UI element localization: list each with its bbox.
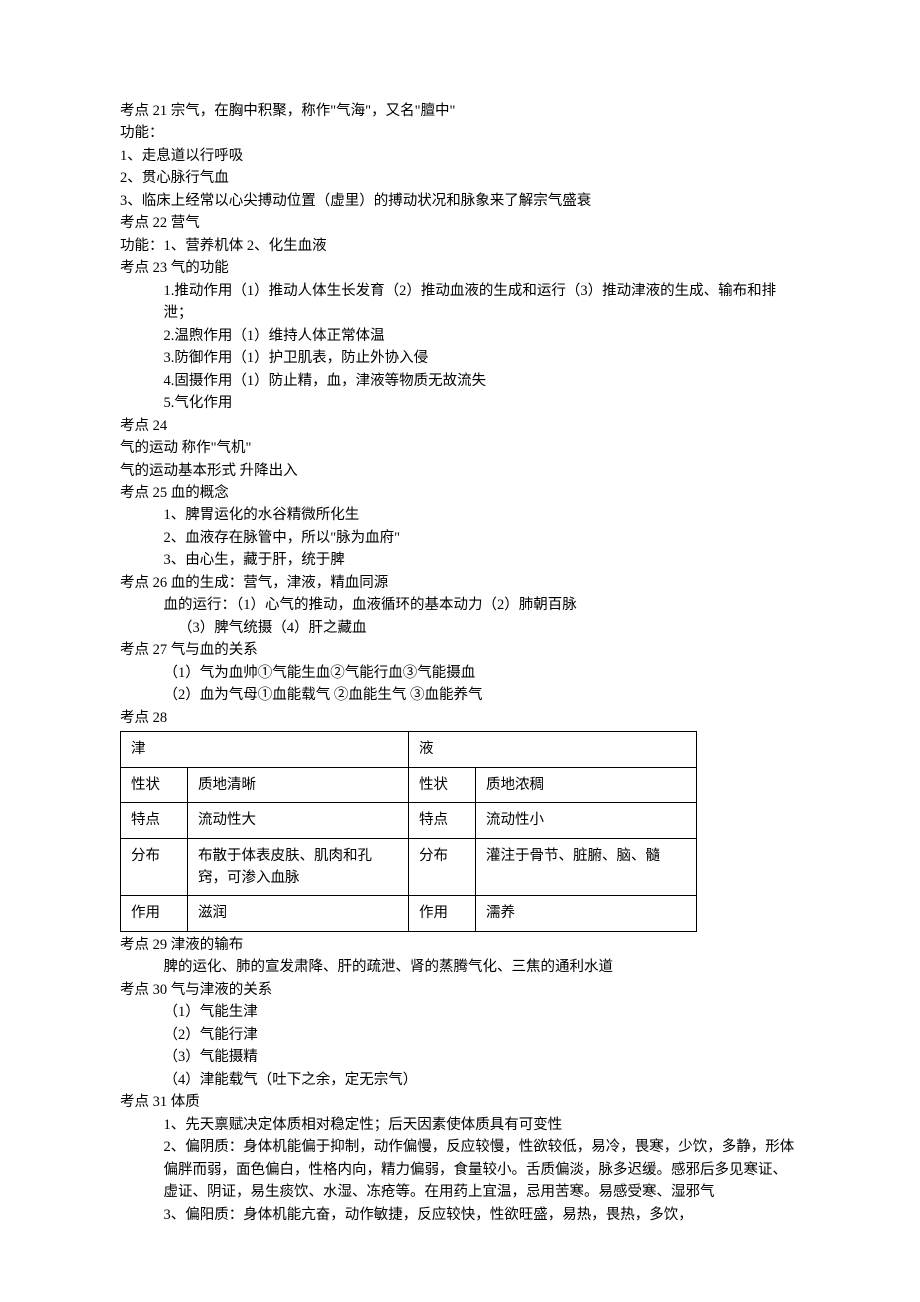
- text: 3、偏阳质：身体机能亢奋，动作敏捷，反应较快，性欲旺盛，易热，畏热，多饮，: [120, 1204, 800, 1226]
- cell: 流动性大: [188, 803, 409, 838]
- text: 3、临床上经常以心尖搏动位置（虚里）的搏动状况和脉象来了解宗气盛衰: [120, 190, 800, 212]
- cell: 濡养: [476, 896, 697, 931]
- text: 2、贯心脉行气血: [120, 167, 800, 189]
- text: （2）血为气母①血能载气 ②血能生气 ③血能养气: [120, 684, 800, 706]
- text: 考点 22 营气: [120, 212, 800, 234]
- text: 考点 31 体质: [120, 1091, 800, 1113]
- cell: 作用: [409, 896, 476, 931]
- text: 考点 24: [120, 415, 800, 437]
- text: 1、先天禀赋决定体质相对稳定性；后天因素使体质具有可变性: [120, 1114, 800, 1136]
- cell: 作用: [121, 896, 188, 931]
- cell: 液: [409, 732, 697, 767]
- text: 气的运动 称作"气机": [120, 437, 800, 459]
- text: 考点 30 气与津液的关系: [120, 979, 800, 1001]
- text: 考点 21 宗气，在胸中积聚，称作"气海"，又名"膻中": [120, 100, 800, 122]
- text: 考点 28: [120, 707, 800, 729]
- text: 气的运动基本形式 升降出入: [120, 460, 800, 482]
- table-row: 津 液: [121, 732, 697, 767]
- cell: 津: [121, 732, 409, 767]
- text: 2、血液存在脉管中，所以"脉为血府": [120, 527, 800, 549]
- comparison-table: 津 液 性状 质地清晰 性状 质地浓稠 特点 流动性大 特点 流动性小 分布 布…: [120, 731, 697, 932]
- text: 2.温煦作用（1）维持人体正常体温: [120, 325, 800, 347]
- table-row: 性状 质地清晰 性状 质地浓稠: [121, 767, 697, 802]
- cell: 滋润: [188, 896, 409, 931]
- text: 考点 29 津液的输布: [120, 934, 800, 956]
- text: 脾的运化、肺的宣发肃降、肝的疏泄、肾的蒸腾气化、三焦的通利水道: [120, 956, 800, 978]
- text: 1.推动作用（1）推动人体生长发育（2）推动血液的生成和运行（3）推动津液的生成…: [120, 280, 800, 325]
- text: 2、偏阴质：身体机能偏于抑制，动作偏慢，反应较慢，性欲较低，易冷，畏寒，少饮，多…: [120, 1136, 800, 1203]
- cell: 性状: [121, 767, 188, 802]
- text: 4.固摄作用（1）防止精，血，津液等物质无故流失: [120, 370, 800, 392]
- text: 考点 23 气的功能: [120, 257, 800, 279]
- table-row: 特点 流动性大 特点 流动性小: [121, 803, 697, 838]
- text: （3）气能摄精: [120, 1046, 800, 1068]
- text: 考点 25 血的概念: [120, 482, 800, 504]
- cell: 质地浓稠: [476, 767, 697, 802]
- cell: 分布: [409, 838, 476, 896]
- cell: 特点: [121, 803, 188, 838]
- text: 考点 26 血的生成：营气，津液，精血同源: [120, 572, 800, 594]
- text: （4）津能载气（吐下之余，定无宗气）: [120, 1069, 800, 1091]
- text: （3）脾气统摄（4）肝之藏血: [120, 617, 800, 639]
- cell: 布散于体表皮肤、肌肉和孔窍，可渗入血脉: [188, 838, 409, 896]
- cell: 性状: [409, 767, 476, 802]
- text: 1、走息道以行呼吸: [120, 145, 800, 167]
- table-row: 作用 滋润 作用 濡养: [121, 896, 697, 931]
- text: 考点 27 气与血的关系: [120, 639, 800, 661]
- cell: 分布: [121, 838, 188, 896]
- text: （1）气能生津: [120, 1001, 800, 1023]
- text: 功能：: [120, 122, 800, 144]
- cell: 灌注于骨节、脏腑、脑、髓: [476, 838, 697, 896]
- text: 3.防御作用（1）护卫肌表，防止外协入侵: [120, 347, 800, 369]
- text: 1、脾胃运化的水谷精微所化生: [120, 504, 800, 526]
- text: 血的运行：（1）心气的推动，血液循环的基本动力（2）肺朝百脉: [120, 594, 800, 616]
- cell: 质地清晰: [188, 767, 409, 802]
- text: 功能：1、营养机体 2、化生血液: [120, 235, 800, 257]
- text: 5.气化作用: [120, 392, 800, 414]
- cell: 流动性小: [476, 803, 697, 838]
- text: 3、由心生，藏于肝，统于脾: [120, 549, 800, 571]
- text: （1）气为血帅①气能生血②气能行血③气能摄血: [120, 662, 800, 684]
- text: （2）气能行津: [120, 1024, 800, 1046]
- table-row: 分布 布散于体表皮肤、肌肉和孔窍，可渗入血脉 分布 灌注于骨节、脏腑、脑、髓: [121, 838, 697, 896]
- cell: 特点: [409, 803, 476, 838]
